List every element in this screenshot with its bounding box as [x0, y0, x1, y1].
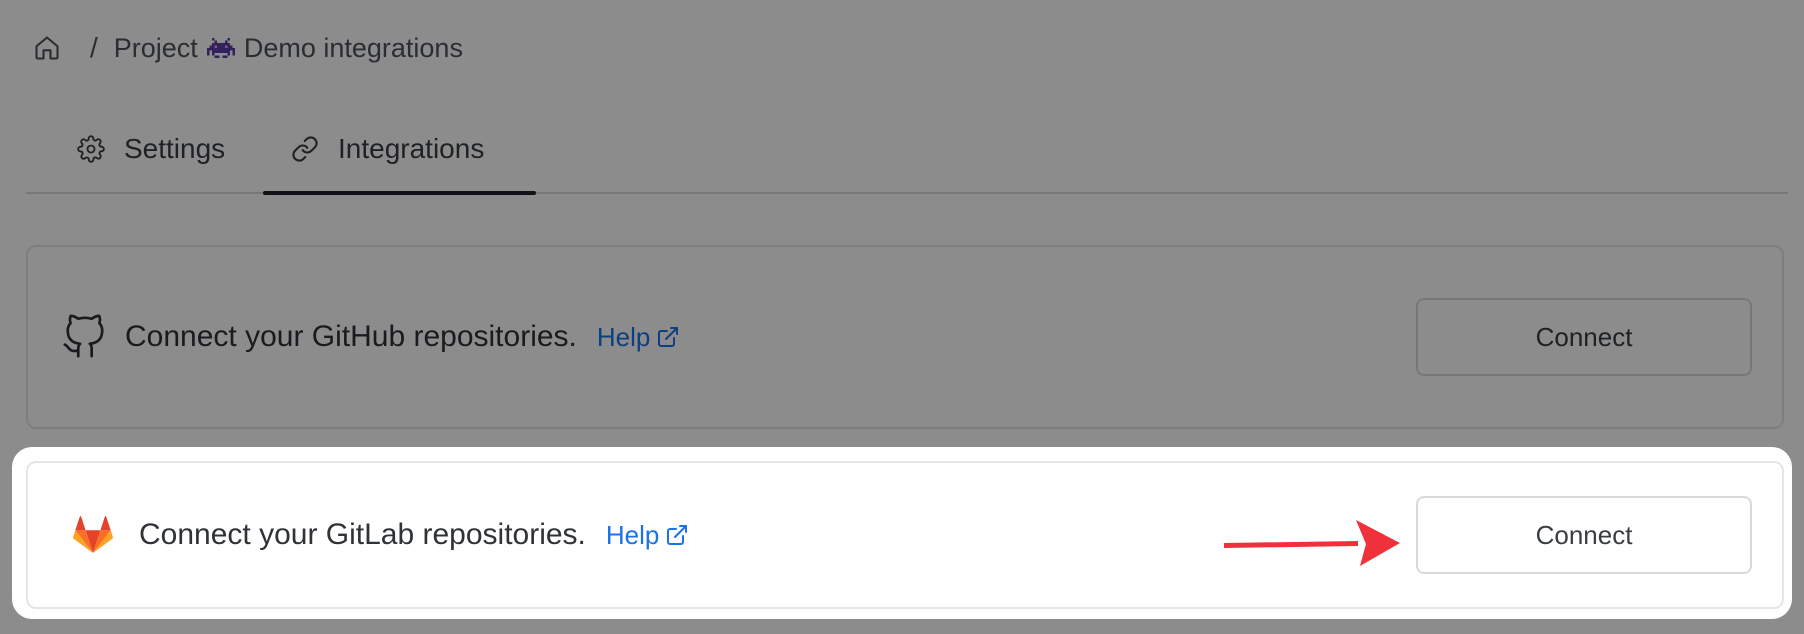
link-icon: [290, 134, 320, 164]
gitlab-integration-card: Connect your GitLab repositories. Help C…: [26, 461, 1784, 609]
github-description: Connect your GitHub repositories.: [125, 320, 577, 353]
tab-settings[interactable]: Settings: [76, 106, 225, 192]
gitlab-help-link[interactable]: Help: [606, 520, 689, 551]
github-help-link[interactable]: Help: [597, 322, 680, 353]
tab-integrations-label: Integrations: [338, 133, 485, 164]
gitlab-icon: [73, 516, 113, 554]
breadcrumb: / Project Demo integrations: [32, 28, 463, 68]
github-icon: [61, 313, 107, 361]
github-help-label: Help: [596, 321, 651, 352]
home-icon[interactable]: [32, 33, 62, 63]
breadcrumb-separator: /: [90, 32, 98, 63]
github-card-text-row: Connect your GitHub repositories. Help: [125, 320, 680, 354]
tab-settings-label: Settings: [124, 133, 226, 164]
github-integration-card: Connect your GitHub repositories. Help C…: [26, 245, 1784, 429]
space-invader-icon: [206, 35, 235, 61]
github-connect-button[interactable]: Connect: [1416, 298, 1752, 376]
breadcrumb-project-name: Demo integrations: [243, 32, 463, 63]
gitlab-card-text-row: Connect your GitLab repositories. Help: [139, 518, 689, 552]
gitlab-help-label: Help: [605, 519, 660, 550]
external-link-icon: [656, 325, 680, 349]
tab-bar: Settings Integrations: [26, 106, 1788, 195]
breadcrumb-project[interactable]: Project Demo integrations: [114, 33, 463, 64]
active-tab-indicator: [263, 191, 536, 195]
tab-integrations[interactable]: Integrations: [290, 106, 484, 192]
breadcrumb-project-prefix: Project: [113, 32, 198, 63]
gitlab-description: Connect your GitLab repositories.: [139, 518, 586, 551]
external-link-icon: [665, 523, 689, 547]
gear-icon: [76, 134, 106, 164]
gitlab-connect-button[interactable]: Connect: [1416, 496, 1752, 574]
annotation-arrow-icon: [1224, 520, 1400, 566]
integrations-page: / Project Demo integrations Settings Int…: [0, 0, 1804, 634]
